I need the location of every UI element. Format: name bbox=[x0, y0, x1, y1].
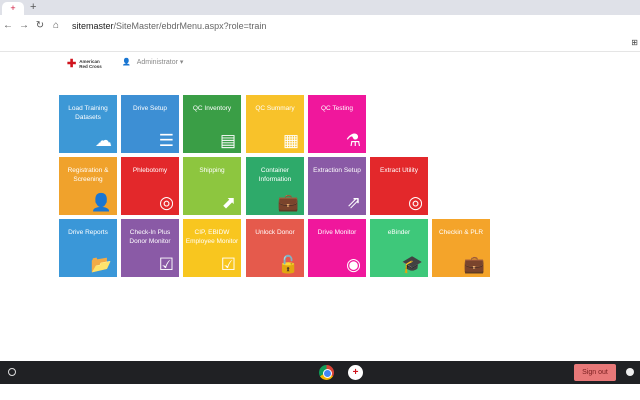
menu-tile[interactable]: Extract Utility ◎ bbox=[370, 157, 428, 215]
red-cross-app-icon[interactable]: + bbox=[348, 365, 363, 380]
taskbar: + Sign out bbox=[0, 361, 640, 384]
menu-tile[interactable]: Drive Monitor ◉ bbox=[308, 219, 366, 277]
menu-tile[interactable]: CIP, EBIDW Employee Monitor ☑ bbox=[183, 219, 241, 277]
tile-icon: 📂 bbox=[90, 255, 112, 274]
menu-tile[interactable]: QC Inventory ▤ bbox=[183, 95, 241, 153]
menu-tile[interactable]: Phlebotomy ◎ bbox=[121, 157, 179, 215]
tile-label: QC Summary bbox=[255, 105, 295, 112]
tile-label: Drive Reports bbox=[68, 229, 108, 236]
reload-icon[interactable]: ↻ bbox=[32, 20, 48, 31]
url-path: /SiteMaster/ebdrMenu.aspx?role=train bbox=[113, 20, 267, 31]
status-tray-icon[interactable] bbox=[626, 368, 634, 376]
new-tab-button[interactable]: + bbox=[30, 1, 36, 13]
browser-toolbar: ← → ↻ ⌂ sitemaster/SiteMaster/ebdrMenu.a… bbox=[0, 15, 640, 36]
red-cross-logo[interactable]: ✚ American Red Cross bbox=[67, 57, 102, 70]
logo-line1: American bbox=[79, 58, 100, 64]
menu-tile[interactable]: Drive Reports 📂 bbox=[59, 219, 117, 277]
tile-icon: ☑ bbox=[158, 255, 174, 274]
tile-label: Load Training Datasets bbox=[68, 105, 108, 121]
app-header: ✚ American Red Cross 👤 Administrator ▾ bbox=[0, 51, 640, 73]
menu-tile[interactable]: QC Summary ▦ bbox=[246, 95, 304, 153]
user-icon: 👤 bbox=[122, 59, 131, 66]
address-bar[interactable]: sitemaster/SiteMaster/ebdrMenu.aspx?role… bbox=[72, 21, 266, 31]
tile-icon: ◉ bbox=[346, 255, 361, 274]
tile-icon: 🎓 bbox=[401, 255, 423, 274]
sign-out-button[interactable]: Sign out bbox=[574, 364, 616, 381]
tile-icon: ☑ bbox=[220, 255, 236, 274]
menu-tile[interactable]: Registration & Screening 👤 bbox=[59, 157, 117, 215]
tile-label: Check-In Plus Donor Monitor bbox=[129, 229, 171, 245]
tile-label: Phlebotomy bbox=[132, 167, 168, 174]
menu-tile[interactable]: Check-In Plus Donor Monitor ☑ bbox=[121, 219, 179, 277]
tile-label: CIP, EBIDW Employee Monitor bbox=[185, 229, 239, 245]
tile-icon: ◎ bbox=[159, 193, 174, 212]
menu-tile[interactable]: eBinder 🎓 bbox=[370, 219, 428, 277]
tile-icon: ▦ bbox=[282, 131, 299, 150]
menu-tile[interactable]: Extraction Setup ⇗ bbox=[308, 157, 366, 215]
tile-icon: 👤 bbox=[90, 193, 112, 212]
tile-icon: 💼 bbox=[277, 193, 299, 212]
menu-tile[interactable]: Load Training Datasets ☁ bbox=[59, 95, 117, 153]
menu-tile[interactable]: QC Testing ⚗ bbox=[308, 95, 366, 153]
tile-label: eBinder bbox=[387, 229, 411, 236]
tile-label: QC Inventory bbox=[192, 105, 232, 112]
red-cross-icon: ✚ bbox=[67, 58, 77, 70]
logo-line2: Red Cross bbox=[79, 63, 102, 69]
tile-icon: ▤ bbox=[219, 131, 236, 150]
tile-icon: 🔓 bbox=[277, 255, 299, 274]
browser-tab-bar: + + bbox=[0, 0, 640, 15]
url-host: sitemaster bbox=[72, 20, 114, 31]
tile-icon: ☰ bbox=[158, 131, 174, 150]
tile-icon: 💼 bbox=[463, 255, 485, 274]
tile-label: Container Information bbox=[258, 167, 292, 183]
tile-label: Registration & Screening bbox=[67, 167, 109, 183]
browser-tab[interactable]: + bbox=[2, 2, 24, 15]
tile-label: Extract Utility bbox=[380, 167, 418, 174]
menu-tile[interactable]: Container Information 💼 bbox=[246, 157, 304, 215]
chrome-icon[interactable] bbox=[319, 365, 334, 380]
tile-label: QC Testing bbox=[320, 105, 354, 112]
tile-label: Drive Setup bbox=[133, 105, 167, 112]
back-icon[interactable]: ← bbox=[0, 20, 16, 31]
tile-icon: ⬈ bbox=[221, 193, 236, 212]
extension-icon[interactable]: ⊞ bbox=[631, 38, 638, 47]
user-label: Administrator ▾ bbox=[136, 59, 184, 66]
forward-icon[interactable]: → bbox=[16, 20, 32, 31]
tile-icon: ⇗ bbox=[346, 193, 361, 212]
tile-icon: ⚗ bbox=[345, 131, 361, 150]
tile-label: Extraction Setup bbox=[313, 167, 361, 174]
tile-label: Drive Monitor bbox=[317, 229, 357, 236]
menu-tile[interactable]: Drive Setup ☰ bbox=[121, 95, 179, 153]
menu-tile[interactable]: Shipping ⬈ bbox=[183, 157, 241, 215]
tile-icon: ☁ bbox=[95, 131, 112, 150]
menu-tile[interactable]: Checkin & PLR 💼 bbox=[432, 219, 490, 277]
tile-icon: ◎ bbox=[408, 193, 423, 212]
tile-label: Checkin & PLR bbox=[438, 229, 484, 236]
menu-tile[interactable]: Unlock Donor 🔓 bbox=[246, 219, 304, 277]
user-menu[interactable]: 👤 Administrator ▾ bbox=[122, 58, 183, 66]
launcher-icon[interactable] bbox=[8, 368, 16, 376]
tile-label: Shipping bbox=[199, 167, 225, 174]
tile-label: Unlock Donor bbox=[255, 229, 295, 236]
home-icon[interactable]: ⌂ bbox=[48, 20, 64, 31]
